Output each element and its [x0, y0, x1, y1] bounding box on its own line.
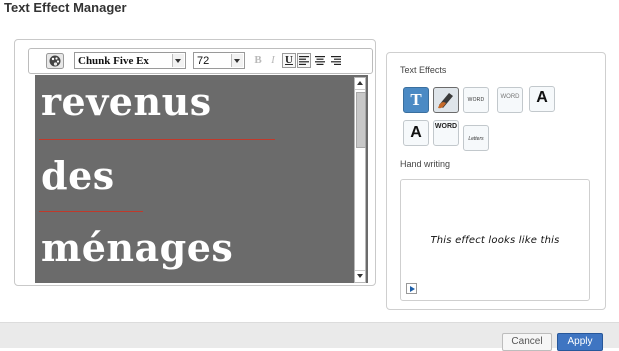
scrollbar-thumb[interactable]	[356, 92, 366, 148]
effect-a-bold-label: A	[536, 89, 548, 106]
effect-word-tall-label: WORD	[434, 123, 458, 130]
canvas-line-2: des	[41, 153, 115, 198]
effect-word-outline-label: WORD	[500, 94, 520, 100]
text-effects-label: Text Effects	[400, 65, 447, 75]
effect-letters-tile[interactable]: Letters	[463, 125, 489, 151]
font-family-select[interactable]: Chunk Five Ex	[74, 52, 186, 69]
align-right-icon	[331, 56, 341, 65]
underline-button[interactable]: U	[282, 53, 296, 68]
editor-toolbar: Chunk Five Ex 72 B I U	[28, 48, 373, 74]
canvas-scrollbar[interactable]	[354, 77, 366, 283]
effect-word-small-label: WORD	[467, 97, 485, 103]
effect-word-small-tile[interactable]: WORD	[463, 87, 489, 113]
palette-icon[interactable]	[46, 53, 64, 69]
apply-button[interactable]: Apply	[557, 333, 603, 351]
effect-word-outline-tile[interactable]: WORD	[497, 87, 523, 113]
font-size-select[interactable]: 72	[193, 52, 245, 69]
effect-a-shadow-label: A	[410, 124, 422, 141]
align-left-icon	[299, 56, 309, 65]
font-family-value: Chunk Five Ex	[78, 55, 149, 67]
effect-a-bold-tile[interactable]: A	[529, 86, 555, 112]
cancel-button[interactable]: Cancel	[502, 333, 552, 351]
align-center-icon	[315, 56, 325, 65]
preview-text: This effect looks like this	[430, 235, 560, 246]
spellcheck-underline	[39, 211, 143, 212]
hand-writing-label: Hand writing	[400, 159, 451, 169]
chevron-down-icon[interactable]	[231, 54, 243, 67]
play-icon[interactable]	[406, 283, 417, 294]
effect-brush-tile[interactable]	[433, 87, 459, 113]
effect-a-shadow-tile[interactable]: A	[403, 120, 429, 146]
align-center-button[interactable]	[313, 53, 327, 68]
align-left-button[interactable]	[297, 53, 311, 68]
brush-icon	[438, 93, 453, 109]
bold-button[interactable]: B	[251, 53, 265, 68]
canvas-line-1: revenus	[41, 79, 212, 124]
effect-plain-t-tile[interactable]: T	[403, 87, 429, 113]
effect-preview: This effect looks like this	[400, 179, 590, 301]
canvas-line-3: ménages	[41, 225, 234, 270]
text-canvas[interactable]: revenus des ménages	[35, 75, 368, 283]
italic-button[interactable]: I	[266, 53, 280, 68]
effect-plain-t-label: T	[410, 90, 422, 109]
chevron-down-icon[interactable]	[172, 54, 184, 67]
dialog-title: Text Effect Manager	[4, 0, 127, 15]
font-size-value: 72	[197, 55, 210, 67]
effect-word-tall-tile[interactable]: WORD	[433, 120, 459, 146]
spellcheck-underline	[39, 139, 275, 140]
align-right-button[interactable]	[329, 53, 343, 68]
scroll-up-icon[interactable]	[355, 78, 365, 90]
effect-letters-label: Letters	[468, 136, 484, 142]
scroll-down-icon[interactable]	[355, 270, 365, 282]
